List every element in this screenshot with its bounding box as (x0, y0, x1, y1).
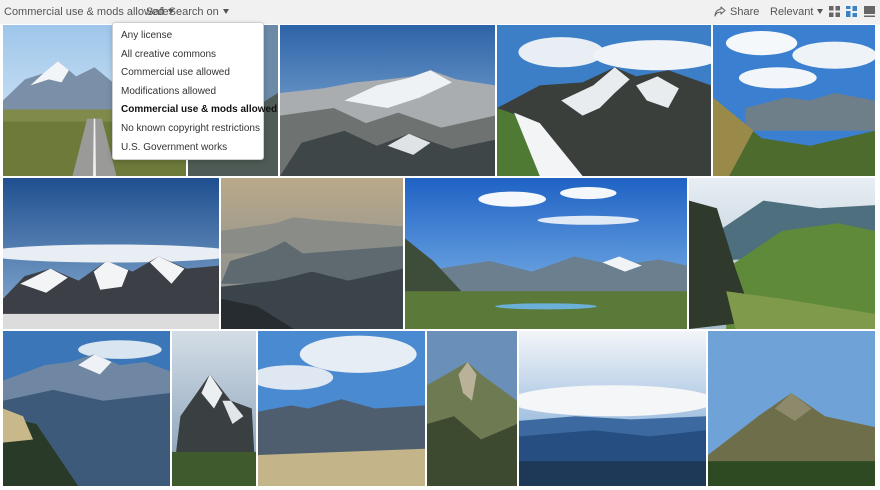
image-result[interactable] (221, 178, 403, 329)
safesearch-button[interactable]: SafeSearch on (146, 0, 229, 24)
grid-medium-icon[interactable] (846, 6, 857, 17)
mountain-photo (405, 178, 687, 329)
mountain-photo (713, 25, 875, 176)
share-button[interactable]: Share (714, 0, 759, 24)
license-option-commercial[interactable]: Commercial use allowed (113, 64, 263, 83)
image-result[interactable] (172, 331, 256, 486)
mountain-photo (280, 25, 495, 176)
share-icon (714, 6, 726, 17)
sort-button[interactable]: Relevant (770, 0, 824, 24)
image-result[interactable] (689, 178, 875, 329)
image-result[interactable] (713, 25, 875, 176)
license-filter-label: Commercial use & mods allowed (4, 6, 165, 18)
mountain-photo (172, 331, 256, 486)
mountain-photo (3, 178, 219, 329)
license-option-us-government[interactable]: U.S. Government works (113, 139, 263, 158)
license-option-no-copyright[interactable]: No known copyright restrictions (113, 120, 263, 139)
mountain-photo (519, 331, 706, 486)
safesearch-label: SafeSearch on (146, 6, 219, 18)
image-result[interactable] (258, 331, 425, 486)
mountain-photo (258, 331, 425, 486)
mountain-photo (708, 331, 875, 486)
license-option-creative-commons[interactable]: All creative commons (113, 46, 263, 65)
image-result[interactable] (519, 331, 706, 486)
image-result[interactable] (427, 331, 517, 486)
image-result[interactable] (280, 25, 495, 176)
mountain-photo (427, 331, 517, 486)
license-option-commercial-mods[interactable]: Commercial use & mods allowed (113, 101, 277, 120)
license-option-any[interactable]: Any license (113, 27, 263, 46)
mountain-photo (497, 25, 711, 176)
image-result[interactable] (405, 178, 687, 329)
chevron-down-icon (817, 8, 824, 14)
filter-toolbar: Commercial use & mods allowed SafeSearch… (0, 0, 880, 24)
share-label: Share (730, 6, 760, 18)
mountain-photo (689, 178, 875, 329)
grid-small-icon[interactable] (829, 6, 840, 17)
license-option-modifications[interactable]: Modifications allowed (113, 83, 263, 102)
image-result[interactable] (3, 331, 170, 486)
chevron-down-icon (222, 8, 229, 14)
mountain-photo (221, 178, 403, 329)
image-result[interactable] (3, 178, 219, 329)
grid-large-icon[interactable] (864, 6, 875, 17)
mountain-photo (3, 331, 170, 486)
license-dropdown-menu: Any license All creative commons Commerc… (112, 22, 277, 160)
sort-label: Relevant (770, 6, 814, 18)
image-result[interactable] (497, 25, 711, 176)
image-result[interactable] (708, 331, 875, 486)
